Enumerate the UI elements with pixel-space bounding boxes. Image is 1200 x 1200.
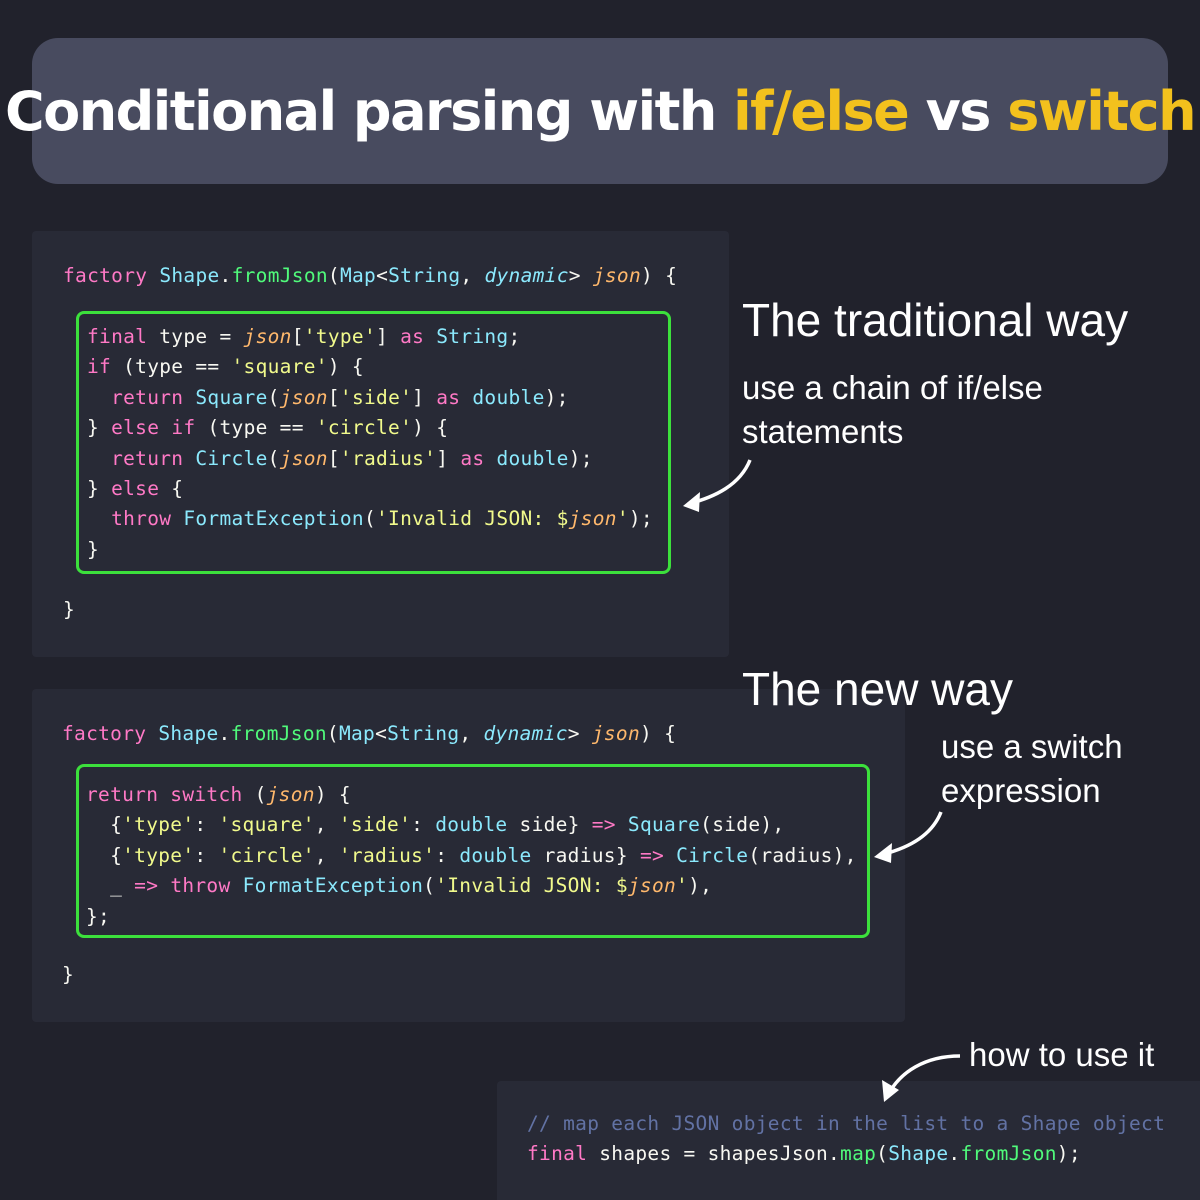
curved-arrow-icon: [882, 1054, 961, 1102]
